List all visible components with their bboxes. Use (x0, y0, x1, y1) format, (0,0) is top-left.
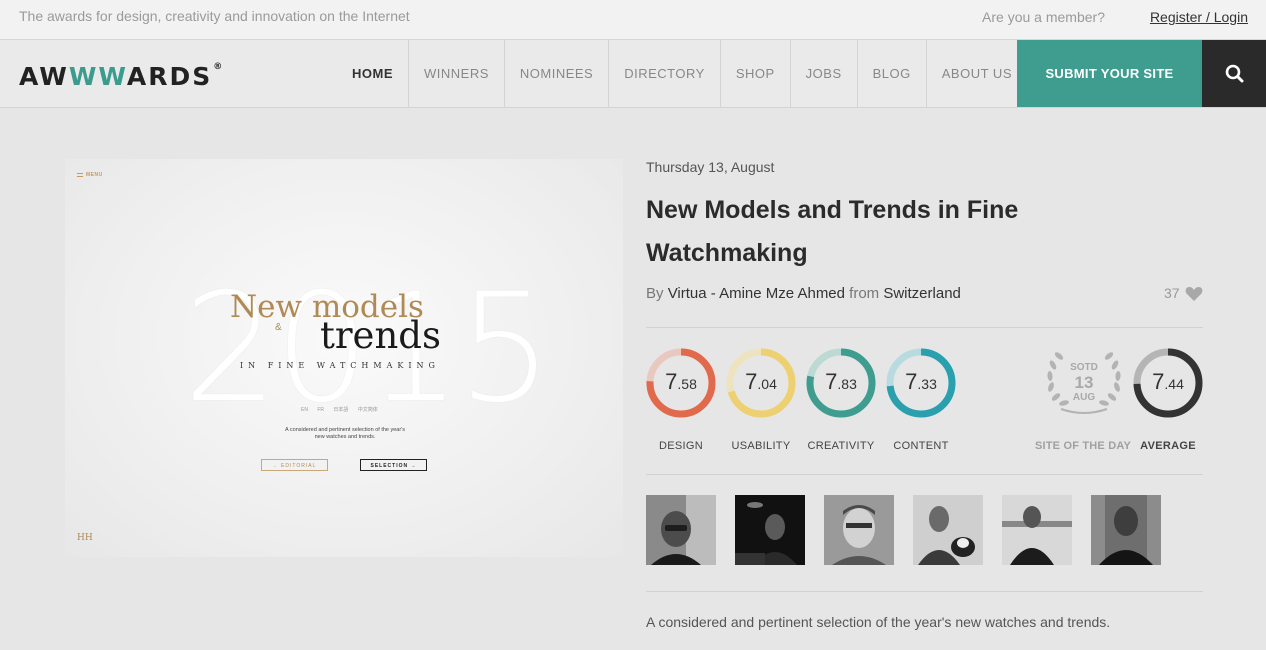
awwwards-logo[interactable]: AWWWARDS® (19, 62, 224, 91)
submit-site-button[interactable]: SUBMIT YOUR SITE (1017, 40, 1202, 107)
score-value: 7.04 (745, 369, 777, 394)
preview-description: A considered and pertinent selection of … (285, 427, 405, 440)
score-content: 7.33 CONTENT (886, 348, 956, 452)
nav-item-shop[interactable]: SHOP (719, 40, 790, 107)
site-date: Thursday 13, August (646, 159, 775, 175)
score-creativity: 7.83 CREATIVITY (806, 348, 876, 452)
like-button[interactable]: 37 (1164, 285, 1203, 302)
score-usability: 7.04 USABILITY (726, 348, 796, 452)
preview-brand-logo: HH (77, 533, 93, 543)
like-count: 37 (1164, 285, 1180, 301)
nav-item-nominees[interactable]: NOMINEES (503, 40, 608, 107)
register-login-link[interactable]: Register / Login (1150, 9, 1248, 25)
score-label: AVERAGE (1140, 440, 1196, 452)
divider (646, 327, 1203, 328)
jury-avatar[interactable] (1002, 495, 1072, 565)
sotd-badge: SOTD 13 AUG (1039, 345, 1129, 420)
score-value: 7.33 (905, 369, 937, 394)
nav-item-directory[interactable]: DIRECTORY (608, 40, 720, 107)
preview-selection-button: SELECTION → (360, 459, 427, 471)
search-icon (1225, 64, 1244, 83)
heart-icon (1186, 287, 1203, 302)
top-bar: The awards for design, creativity and in… (0, 0, 1266, 40)
score-design: 7.58 DESIGN (646, 348, 716, 452)
site-preview-screenshot[interactable]: MENU 2015 New models & trends IN FINE WA… (65, 159, 623, 557)
preview-languages: EN FR 日本語 中文简体 (301, 407, 378, 413)
nav-item-about-us[interactable]: ABOUT US (925, 40, 1027, 107)
jury-avatar[interactable] (824, 495, 894, 565)
nav-item-winners[interactable]: WINNERS (408, 40, 504, 107)
preview-menu: MENU (77, 172, 103, 178)
member-question: Are you a member? (982, 9, 1105, 25)
sotd-badge-top: SOTD (1070, 362, 1098, 373)
tagline: The awards for design, creativity and in… (19, 8, 410, 24)
score-value: 7.44 (1152, 369, 1184, 394)
byline: By Virtua - Amine Mze Ahmed from Switzer… (646, 285, 961, 302)
divider (646, 474, 1203, 475)
nav-item-jobs[interactable]: JOBS (789, 40, 857, 107)
author-link[interactable]: Virtua - Amine Mze Ahmed (668, 285, 845, 302)
divider (646, 591, 1203, 592)
preview-ampersand: & (275, 322, 282, 333)
score-value: 7.83 (825, 369, 857, 394)
sotd-day: 13 (1074, 373, 1094, 392)
nav-items: HOME WINNERS NOMINEES DIRECTORY SHOP JOB… (337, 40, 1027, 107)
score-label: CONTENT (893, 440, 949, 452)
preview-editorial-button: ← EDITORIAL (261, 459, 328, 471)
score-average: 7.44 AVERAGE (1133, 348, 1203, 452)
hamburger-icon (77, 172, 83, 177)
jury-avatar[interactable] (646, 495, 716, 565)
search-button[interactable] (1202, 40, 1266, 107)
preview-subheadline: IN FINE WATCHMAKING (240, 361, 440, 370)
score-value: 7.58 (665, 369, 697, 394)
preview-headline-2: trends (320, 314, 441, 357)
site-title: New Models and Trends in Fine Watchmakin… (646, 196, 1019, 267)
sotd-month: AUG (1072, 392, 1096, 403)
nav-item-blog[interactable]: BLOG (856, 40, 926, 107)
jury-avatar[interactable] (913, 495, 983, 565)
nav-item-home[interactable]: HOME (337, 40, 408, 107)
country-link[interactable]: Switzerland (883, 285, 961, 302)
jury-avatar[interactable] (735, 495, 805, 565)
main-nav: AWWWARDS® HOME WINNERS NOMINEES DIRECTOR… (0, 40, 1266, 108)
site-description: A considered and pertinent selection of … (646, 614, 1111, 630)
jury-avatar[interactable] (1091, 495, 1161, 565)
